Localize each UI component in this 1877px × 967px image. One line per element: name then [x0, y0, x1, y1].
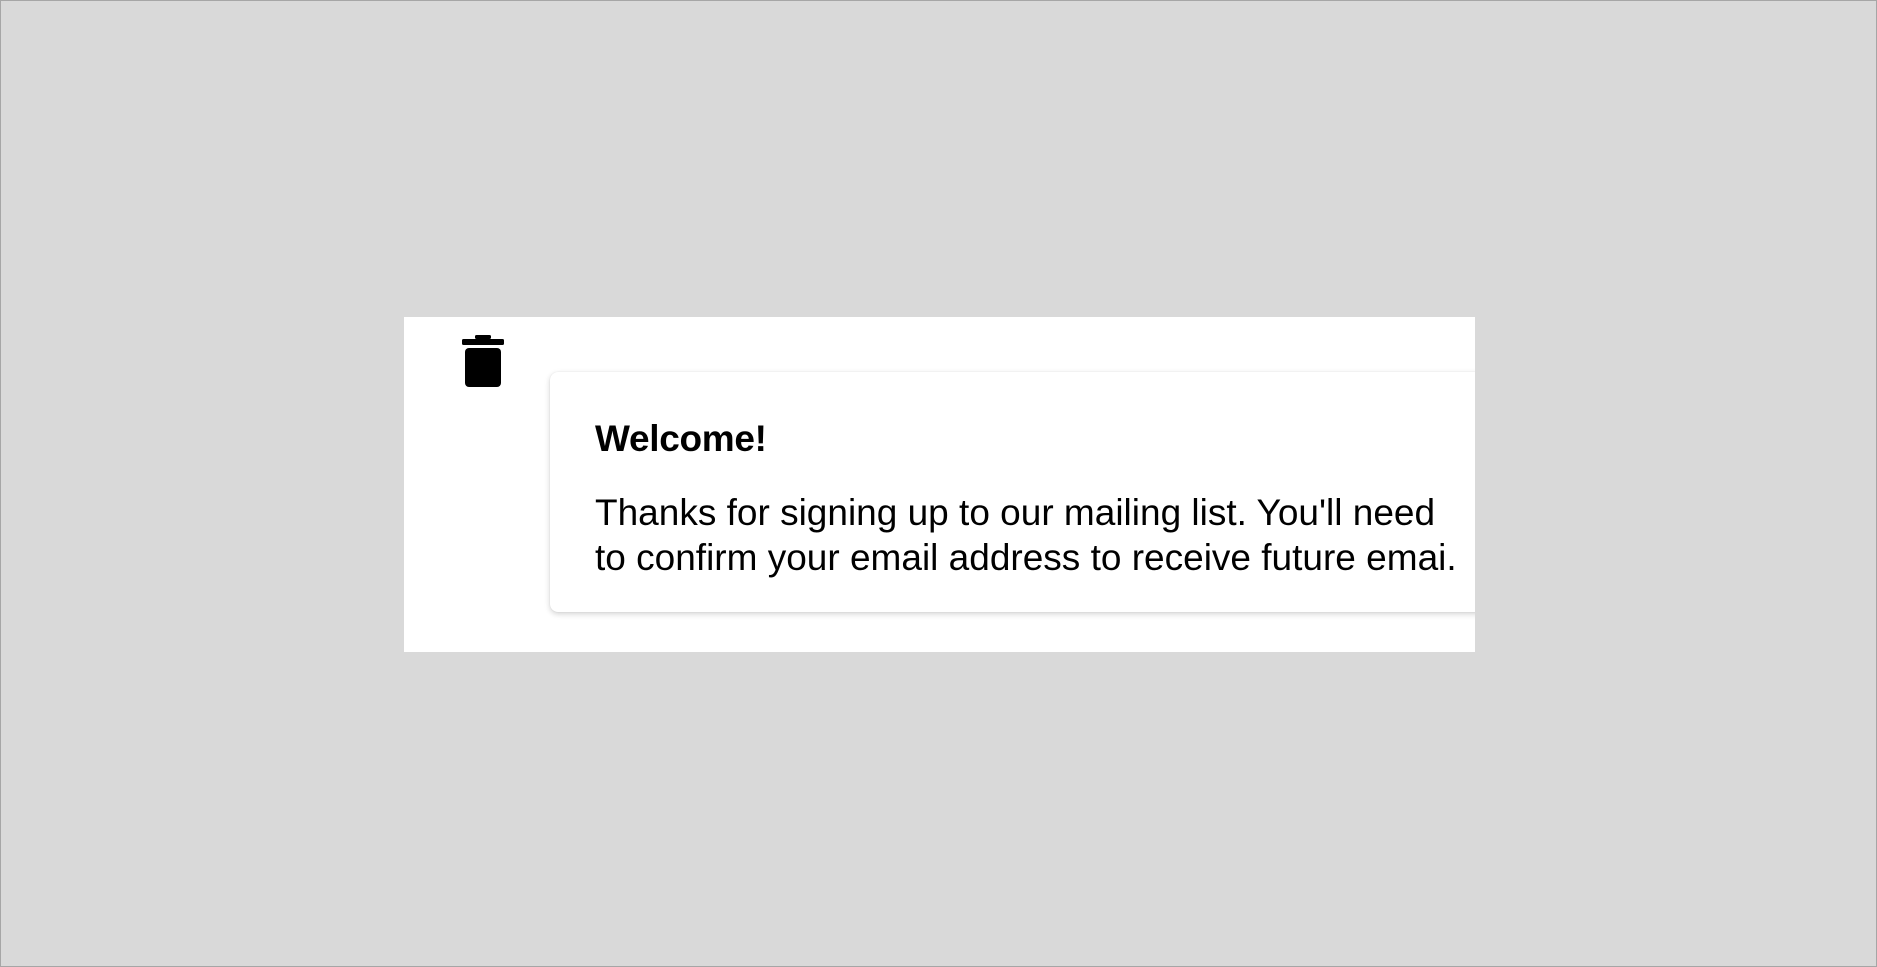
notification-title: Welcome! — [595, 418, 767, 459]
notification-card[interactable]: Welcome! Thanks for signing up to our ma… — [550, 372, 1475, 612]
trash-icon[interactable] — [462, 335, 504, 387]
swipe-to-delete-container: Welcome! Thanks for signing up to our ma… — [404, 317, 1475, 652]
notification-message-line-1: Thanks for signing up to our mailing lis… — [595, 492, 1436, 533]
notification-message: Thanks for signing up to our mailing lis… — [595, 490, 1475, 580]
notification-message-line-2: to confirm your email address to receive… — [595, 537, 1457, 578]
